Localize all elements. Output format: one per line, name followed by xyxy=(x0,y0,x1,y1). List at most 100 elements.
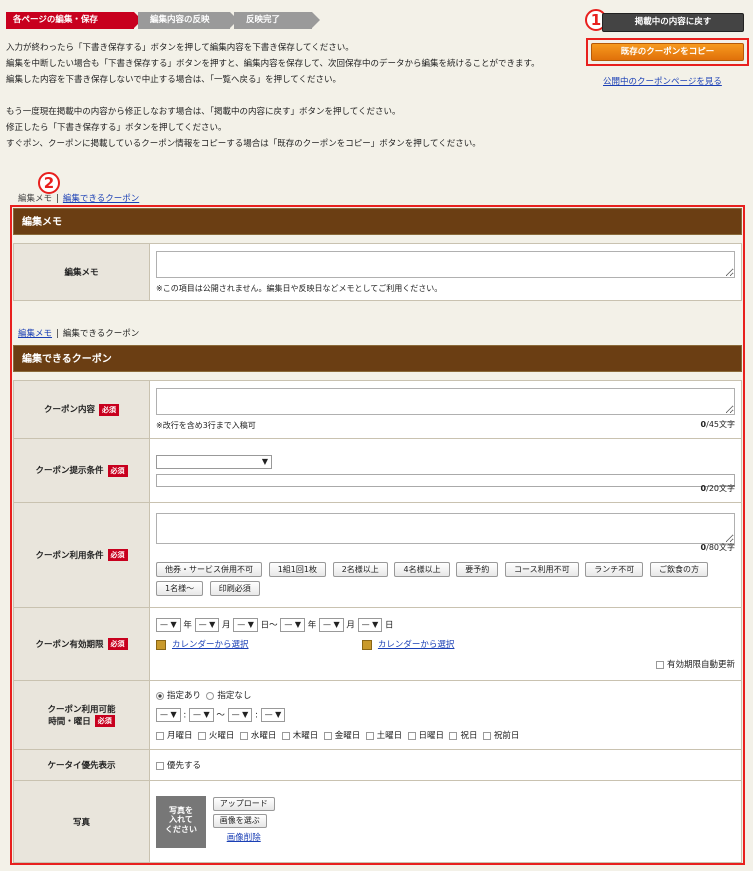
condition-text-input[interactable] xyxy=(156,473,735,487)
day-label: 木曜日 xyxy=(292,731,319,741)
start-hour-select[interactable]: — ▼ xyxy=(156,708,181,722)
radio-label: 指定あり xyxy=(167,691,202,701)
auto-renew-checkbox[interactable] xyxy=(655,660,664,669)
preset-chip[interactable]: コース利用不可 xyxy=(504,561,579,577)
preset-chip[interactable]: 4名様以上 xyxy=(394,561,450,577)
memo-table: 編集メモ ※この項目は公開されません。編集日や反映日などメモとしてご利用ください… xyxy=(13,243,742,301)
select-value: — xyxy=(323,620,331,629)
required-badge: 必須 xyxy=(107,464,128,477)
preset-chip[interactable]: 他券・サービス併用不可 xyxy=(156,561,262,577)
day-checkbox[interactable] xyxy=(482,731,491,740)
end-minute-select[interactable]: — ▼ xyxy=(260,708,286,722)
calendar-icon xyxy=(156,639,166,650)
preset-chip[interactable]: 1組1回1枚 xyxy=(268,561,326,577)
char-count: 0/80文字 xyxy=(701,542,735,553)
day-label: 日〜 xyxy=(260,620,278,631)
section-tabs-bottom: 編集メモ | 編集できるクーポン xyxy=(18,327,139,339)
preset-chip[interactable]: 2名様以上 xyxy=(332,561,388,577)
day-checkbox[interactable] xyxy=(449,731,458,740)
photo-cell: 写真を 入れて ください アップロード 画像を選ぶ 画像削除 xyxy=(149,780,742,863)
char-count-max: /80文字 xyxy=(706,543,735,552)
coupon-usage-textarea[interactable] xyxy=(156,512,735,544)
start-year-select[interactable]: — ▼ xyxy=(156,618,181,632)
view-public-coupon-link[interactable]: 公開中のクーポンページを見る xyxy=(603,75,722,87)
year-label: 年 xyxy=(183,620,192,631)
day-checkbox[interactable] xyxy=(281,731,290,740)
mobile-priority-label: ケータイ優先表示 xyxy=(13,749,150,781)
preset-chip[interactable]: ご飲食の方 xyxy=(650,561,708,577)
weekday-checkboxes: 月曜日 火曜日 水曜日 木曜日 金曜日 土曜日 日曜日 祝日 祝前日 xyxy=(156,729,735,741)
day-checkbox[interactable] xyxy=(239,731,248,740)
photo-text: ください xyxy=(165,824,197,834)
end-day-select[interactable]: — ▼ xyxy=(357,618,383,632)
day-checkbox[interactable] xyxy=(197,731,206,740)
label-text: 時間・曜日 xyxy=(48,716,91,727)
day-label: 日 xyxy=(385,620,394,631)
instruction-line: 入力が終わったら「下書き保存する」ボタンを押して編集内容を下書き保存してください… xyxy=(6,43,354,53)
photo-actions: アップロード 画像を選ぶ 画像削除 xyxy=(212,796,275,847)
tab-memo[interactable]: 編集メモ xyxy=(18,329,52,339)
start-minute-select[interactable]: — ▼ xyxy=(188,708,214,722)
select-value: — xyxy=(361,620,370,629)
tab-coupon[interactable]: 編集できるクーポン xyxy=(63,329,139,339)
end-calendar-link[interactable]: カレンダーから選択 xyxy=(378,640,455,650)
required-badge: 必須 xyxy=(107,638,128,651)
select-value: — xyxy=(264,710,273,719)
select-value: — xyxy=(192,710,201,719)
end-year-select[interactable]: — ▼ xyxy=(280,618,306,632)
end-hour-select[interactable]: — ▼ xyxy=(227,708,253,722)
select-value: — xyxy=(237,620,246,629)
coupon-validity-label: クーポン有効期限 必須 xyxy=(13,607,150,681)
preset-chip[interactable]: 要予約 xyxy=(456,561,499,577)
photo-placeholder: 写真を 入れて ください xyxy=(156,795,206,848)
start-calendar-link[interactable]: カレンダーから選択 xyxy=(172,640,249,650)
copy-coupon-button[interactable]: 既存のクーポンをコピー xyxy=(591,43,744,61)
required-badge: 必須 xyxy=(107,549,128,562)
radio-unspecified[interactable] xyxy=(206,691,215,700)
mobile-priority-cell: 優先する xyxy=(149,749,742,781)
delete-image-link[interactable]: 画像削除 xyxy=(227,833,261,843)
end-month-select[interactable]: — ▼ xyxy=(319,618,344,632)
tab-coupon[interactable]: 編集できるクーポン xyxy=(63,194,139,204)
preset-chip[interactable]: ランチ不可 xyxy=(585,561,644,577)
section-tabs-top: 編集メモ | 編集できるクーポン xyxy=(18,192,139,204)
char-count: 0/45文字 xyxy=(701,419,735,430)
day-checkbox[interactable] xyxy=(407,731,416,740)
radio-specified[interactable] xyxy=(156,691,164,700)
restore-published-button[interactable]: 掲載中の内容に戻す xyxy=(602,13,744,32)
memo-section-header: 編集メモ xyxy=(13,208,742,235)
annotation-badge-2: 2 xyxy=(38,172,60,194)
preset-chip[interactable]: 印刷必須 xyxy=(209,580,260,596)
label-text: クーポン利用条件 xyxy=(35,550,104,561)
upload-button[interactable]: アップロード xyxy=(212,796,275,811)
coupon-content-note: ※改行を含め3行まで入稿可 xyxy=(156,421,256,430)
copy-highlight: 既存のクーポンをコピー xyxy=(586,38,749,66)
coupon-hours-cell: 指定あり 指定なし — ▼ : — ▼ 〜 — ▼ : — ▼ 月曜日 火曜日 … xyxy=(149,680,742,750)
month-label: 月 xyxy=(222,620,231,631)
day-label: 金曜日 xyxy=(334,731,361,741)
select-value: — xyxy=(160,710,168,719)
coupon-content-label: クーポン内容 必須 xyxy=(13,380,150,439)
colon: : xyxy=(255,710,258,721)
condition-select[interactable]: ▼ xyxy=(156,454,272,469)
day-label: 水曜日 xyxy=(250,731,277,741)
instruction-line: 編集した内容を下書き保存しないで中止する場合は、「一覧へ戻る」を押してください。 xyxy=(6,75,341,85)
day-label: 祝前日 xyxy=(493,731,520,741)
preset-chip[interactable]: 1名様〜 xyxy=(156,580,204,596)
day-label: 月曜日 xyxy=(167,731,193,741)
instructions: 入力が終わったら「下書き保存する」ボタンを押して編集内容を下書き保存してください… xyxy=(6,40,591,152)
label-text: クーポン提示条件 xyxy=(35,466,104,477)
instruction-line: すぐポン、クーポンに掲載しているクーポン情報をコピーする場合は「既存のクーポンを… xyxy=(6,139,481,149)
start-month-select[interactable]: — ▼ xyxy=(194,618,220,632)
memo-textarea[interactable] xyxy=(156,250,735,278)
choose-image-button[interactable]: 画像を選ぶ xyxy=(212,813,267,828)
coupon-content-textarea[interactable] xyxy=(156,388,735,415)
char-count-max: /20文字 xyxy=(706,484,735,493)
start-day-select[interactable]: — ▼ xyxy=(233,618,258,632)
tab-separator: | xyxy=(56,329,59,339)
mobile-priority-checkbox[interactable] xyxy=(156,761,164,770)
day-checkbox[interactable] xyxy=(365,731,374,740)
tab-memo[interactable]: 編集メモ xyxy=(18,194,52,204)
day-checkbox[interactable] xyxy=(156,731,164,740)
day-checkbox[interactable] xyxy=(323,731,332,740)
